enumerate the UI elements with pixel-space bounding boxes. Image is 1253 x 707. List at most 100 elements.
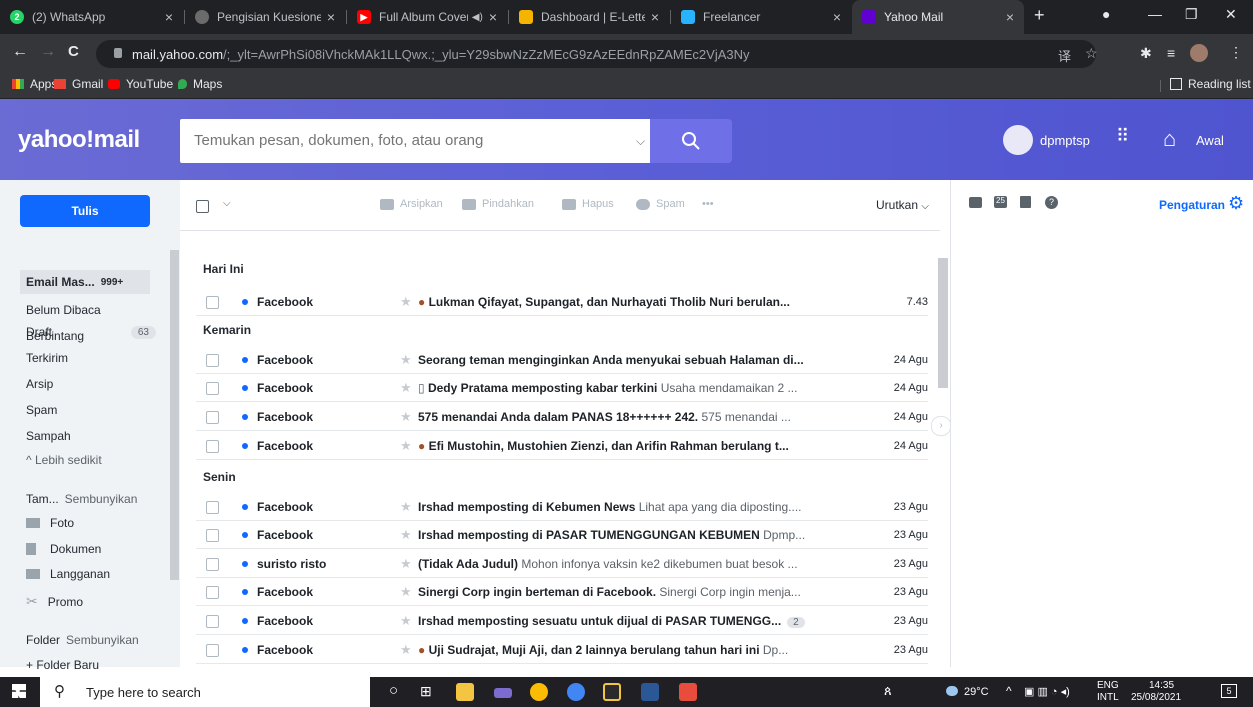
star-icon[interactable]: ★ — [400, 380, 412, 396]
taskbar-app-icon[interactable] — [603, 683, 621, 701]
row-checkbox[interactable] — [206, 644, 219, 657]
row-checkbox[interactable] — [206, 529, 219, 542]
cortana-icon[interactable]: ○ — [389, 682, 398, 699]
minimize-button[interactable]: — — [1148, 6, 1162, 22]
reading-list-button[interactable]: Reading list — [1170, 77, 1251, 91]
sidebar-item-spam[interactable]: Spam — [26, 403, 156, 417]
sidebar-item-documents[interactable]: Dokumen — [26, 542, 156, 556]
chevron-up-icon[interactable]: ^ — [1006, 684, 1012, 698]
calendar-icon[interactable]: 25 — [994, 196, 1007, 208]
sidebar-item-photos[interactable]: Foto — [26, 516, 156, 530]
sidebar-item-trash[interactable]: Sampah — [26, 429, 156, 443]
new-folder-button[interactable]: + Folder Baru — [26, 658, 156, 672]
people-icon[interactable]: ጰ — [884, 683, 892, 699]
settings-link[interactable]: Pengaturan — [1159, 198, 1225, 212]
move-button[interactable]: Pindahkan — [462, 198, 534, 210]
forward-button[interactable]: → — [40, 43, 56, 61]
bookmark-star-icon[interactable]: ☆ — [1085, 45, 1098, 62]
chevron-down-icon[interactable]: ⌵ — [636, 134, 645, 149]
star-icon[interactable]: ★ — [400, 556, 412, 572]
folders-hide-link[interactable]: Sembunyikan — [66, 633, 139, 647]
sidebar-item-archive[interactable]: Arsip — [26, 377, 156, 391]
tab-full-album[interactable]: ▶ Full Album Cover ◀) × — [347, 0, 507, 34]
chrome-icon[interactable] — [567, 683, 585, 701]
tab-dashboard[interactable]: Dashboard | E-Letter × — [509, 0, 669, 34]
message-list-scrollbar[interactable] — [938, 258, 948, 388]
language-top[interactable]: ENG — [1097, 680, 1119, 691]
weather-temp[interactable]: 29°C — [964, 686, 989, 698]
email-row[interactable]: suristo risto ★ (Tidak Ada Judul) Mohon … — [196, 551, 928, 578]
sidebar-item-sent[interactable]: Terkirim — [26, 351, 156, 365]
clock-date[interactable]: 25/08/2021 — [1131, 692, 1181, 703]
help-icon[interactable]: ? — [1045, 196, 1058, 209]
email-row[interactable]: Facebook ★ Seorang teman menginginkan An… — [196, 347, 928, 374]
search-button[interactable] — [650, 119, 732, 163]
contacts-icon[interactable] — [969, 197, 982, 208]
menu-kebab-icon[interactable]: ⋮ — [1229, 44, 1243, 61]
sidebar-item-unread[interactable]: Belum Dibaca — [26, 303, 156, 317]
sidebar-item-inbox[interactable]: Email Mas... 999+ — [20, 270, 150, 294]
pdf-icon[interactable] — [679, 683, 697, 701]
maximize-button[interactable]: ❐ — [1185, 6, 1198, 23]
reload-button[interactable]: C — [68, 43, 79, 60]
email-row[interactable]: Facebook ★ Irshad memposting di PASAR TU… — [196, 522, 928, 549]
close-tab-icon[interactable]: × — [165, 9, 173, 25]
word-icon[interactable] — [641, 683, 659, 701]
row-checkbox[interactable] — [206, 411, 219, 424]
notification-icon[interactable]: 5 — [1221, 684, 1237, 698]
sidebar-item-subscriptions[interactable]: Langganan — [26, 567, 156, 581]
lock-icon[interactable] — [114, 48, 122, 58]
bookmark-gmail[interactable]: Gmail — [54, 77, 103, 91]
translate-icon[interactable]: 译 — [1058, 46, 1071, 65]
close-tab-icon[interactable]: × — [327, 9, 335, 25]
sort-button[interactable]: Urutkan ⌵ — [876, 198, 929, 212]
taskbar-app-icon[interactable] — [494, 688, 512, 698]
chrome-icon[interactable] — [530, 683, 548, 701]
show-less-toggle[interactable]: ^ Lebih sedikit — [26, 453, 156, 467]
select-all-checkbox[interactable] — [196, 200, 209, 213]
clock-time[interactable]: 14:35 — [1149, 680, 1174, 691]
reading-mode-icon[interactable]: ≡ — [1167, 45, 1175, 61]
email-row[interactable]: Facebook ★ Irshad memposting sesuatu unt… — [196, 608, 928, 635]
home-link[interactable]: Awal — [1196, 133, 1224, 148]
avatar[interactable] — [1190, 44, 1208, 62]
star-icon[interactable]: ★ — [400, 438, 412, 454]
search-box[interactable] — [180, 119, 650, 163]
star-icon[interactable]: ★ — [400, 642, 412, 658]
compose-button[interactable]: Tulis — [20, 195, 150, 227]
bookmark-youtube[interactable]: YouTube — [108, 77, 173, 91]
close-tab-icon[interactable]: × — [1006, 9, 1014, 25]
expand-panel-button[interactable]: › — [931, 416, 951, 436]
email-row[interactable]: Facebook ★ ● Lukman Qifayat, Supangat, d… — [196, 289, 928, 316]
back-button[interactable]: ← — [12, 43, 28, 61]
search-input[interactable] — [192, 131, 616, 150]
tray-icons[interactable]: ▣ ▥ ◔ ◂) — [1024, 685, 1070, 698]
row-checkbox[interactable] — [206, 558, 219, 571]
row-checkbox[interactable] — [206, 382, 219, 395]
url-text[interactable]: mail.yahoo.com/;_ylt=AwrPhSi08iVhckMAk1L… — [132, 47, 750, 62]
sidebar-item-promo[interactable]: ✂ Promo — [26, 593, 156, 610]
spam-button[interactable]: Spam — [636, 198, 685, 210]
close-window-button[interactable]: ✕ — [1225, 6, 1237, 23]
star-icon[interactable]: ★ — [400, 584, 412, 600]
bookmark-maps[interactable]: Maps — [178, 77, 222, 91]
row-checkbox[interactable] — [206, 354, 219, 367]
row-checkbox[interactable] — [206, 586, 219, 599]
archive-button[interactable]: Arsipkan — [380, 198, 443, 210]
apps-grid-icon[interactable]: ⠿ — [1116, 126, 1129, 147]
close-tab-icon[interactable]: × — [489, 9, 497, 25]
taskbar-search[interactable]: ⚲ Type here to search — [40, 677, 370, 707]
email-row[interactable]: Facebook ★ ● Uji Sudrajat, Muji Aji, dan… — [196, 637, 928, 664]
gear-icon[interactable]: ⚙ — [1228, 193, 1244, 214]
email-row[interactable]: Facebook ★ Irshad memposting di Kebumen … — [196, 494, 928, 521]
yahoo-mail-logo[interactable]: yahoo!mail — [18, 126, 140, 154]
more-button[interactable]: ••• — [702, 198, 714, 210]
close-tab-icon[interactable]: × — [833, 9, 841, 25]
tab-yahoo-mail[interactable]: Yahoo Mail × — [852, 0, 1024, 34]
task-view-icon[interactable]: ⊞ — [420, 683, 432, 700]
star-icon[interactable]: ★ — [400, 499, 412, 515]
email-row[interactable]: Facebook ★ ● Efi Mustohin, Mustohien Zie… — [196, 433, 928, 460]
user-name[interactable]: dpmptsp — [1040, 133, 1090, 148]
close-tab-icon[interactable]: × — [651, 9, 659, 25]
star-icon[interactable]: ★ — [400, 613, 412, 629]
